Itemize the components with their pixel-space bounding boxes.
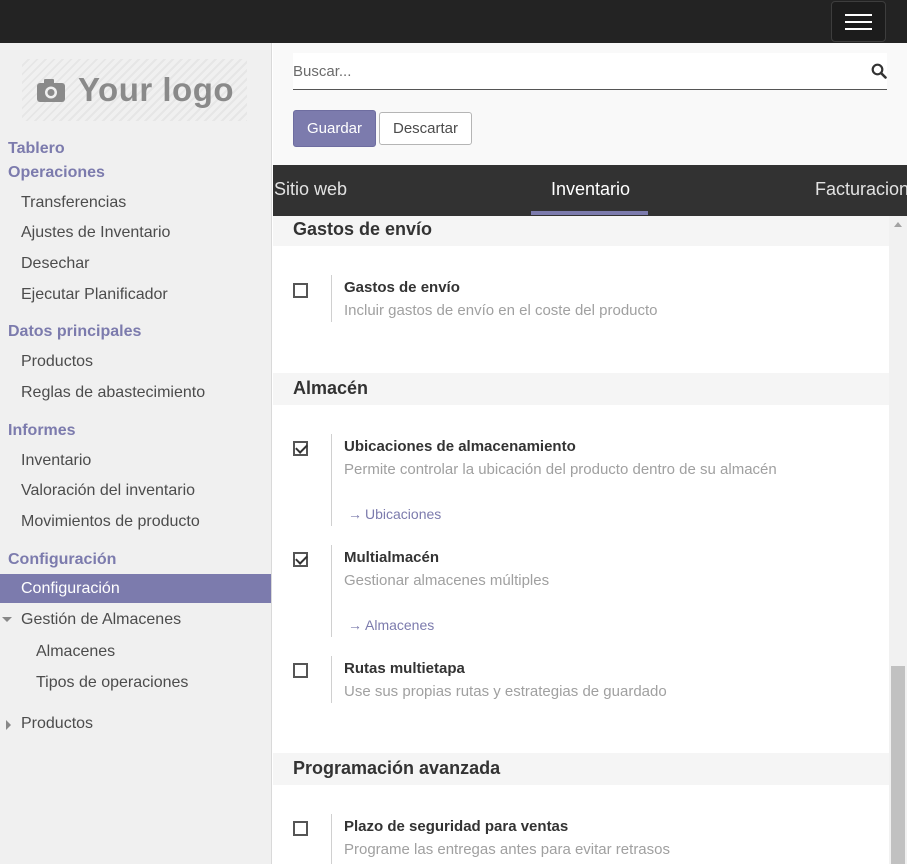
sidebar-item-ejecutar-planificador[interactable]: Ejecutar Planificador — [21, 286, 168, 304]
divider — [331, 275, 332, 322]
window-edge — [907, 0, 921, 864]
settings-scrollbar[interactable] — [889, 216, 907, 864]
checkbox-rutas-multietapa[interactable] — [293, 663, 308, 678]
sidebar-item-transferencias[interactable]: Transferencias — [21, 194, 126, 212]
section-title-programacion-avanzada: Programación avanzada — [273, 753, 889, 785]
sidebar-item-almacenes[interactable]: Almacenes — [36, 643, 115, 661]
link-almacenes[interactable]: → Almacenes — [348, 617, 434, 633]
sidebar-item-reglas-abastecimiento[interactable]: Reglas de abastecimiento — [21, 384, 205, 402]
sidebar-item-inventario[interactable]: Inventario — [21, 452, 91, 470]
divider — [331, 814, 332, 864]
settings-panel: Gastos de envío Gastos de envío Incluir … — [273, 216, 889, 864]
discard-button[interactable]: Descartar — [379, 112, 472, 145]
setting-title-rutas: Rutas multietapa — [344, 660, 465, 677]
divider — [331, 545, 332, 637]
sidebar-heading-datos-principales[interactable]: Datos principales — [8, 323, 141, 341]
setting-desc-multialmacen: Gestionar almacenes múltiples — [344, 572, 550, 589]
search-input[interactable] — [293, 53, 853, 89]
arrow-right-icon: → — [348, 617, 362, 633]
setting-desc-plazo-seguridad: Programe las entregas antes para evitar … — [344, 841, 670, 858]
checkbox-gastos-envio[interactable] — [293, 283, 308, 298]
active-tab-indicator — [531, 211, 648, 215]
tab-inventario[interactable]: Inventario — [551, 165, 630, 216]
section-title-gastos-envio: Gastos de envío — [273, 216, 889, 246]
sidebar-heading-operaciones[interactable]: Operaciones — [8, 164, 105, 182]
arrow-right-icon: → — [348, 506, 362, 522]
setting-title-multialmacen: Multialmacén — [344, 549, 440, 566]
caret-down-icon[interactable] — [2, 617, 12, 622]
sidebar-item-configuracion-active[interactable]: Configuración — [0, 574, 271, 603]
company-logo[interactable]: Your logo — [22, 59, 247, 121]
sidebar: Your logo Tablero Operaciones Transferen… — [0, 43, 272, 864]
setting-desc-gastos-envio: Incluir gastos de envío en el coste del … — [344, 302, 658, 319]
sidebar-item-desechar[interactable]: Desechar — [21, 255, 89, 273]
hamburger-menu-icon[interactable] — [831, 1, 886, 42]
main-content: Guardar Descartar Sitio web Inventario F… — [273, 43, 907, 864]
sidebar-item-ajustes-inventario[interactable]: Ajustes de Inventario — [21, 224, 170, 242]
search-icon[interactable] — [871, 63, 887, 79]
top-navbar — [0, 0, 907, 43]
save-button[interactable]: Guardar — [293, 110, 376, 147]
setting-desc-ubicaciones: Permite controlar la ubicación del produ… — [344, 461, 777, 478]
tab-facturacion[interactable]: Facturacion — [815, 165, 907, 216]
link-ubicaciones[interactable]: → Ubicaciones — [348, 506, 441, 522]
tab-sitio-web[interactable]: Sitio web — [274, 165, 347, 216]
setting-desc-rutas: Use sus propias rutas y estrategias de g… — [344, 683, 667, 700]
divider — [331, 434, 332, 526]
camera-icon — [36, 77, 66, 103]
sidebar-item-valoracion[interactable]: Valoración del inventario — [21, 482, 195, 500]
setting-title-gastos-envio: Gastos de envío — [344, 279, 460, 296]
scrollbar-thumb[interactable] — [891, 666, 905, 864]
search-bar — [293, 53, 887, 90]
sidebar-item-movimientos[interactable]: Movimientos de producto — [21, 513, 200, 531]
sidebar-item-gestion-almacenes[interactable]: Gestión de Almacenes — [21, 611, 181, 629]
sidebar-heading-configuracion[interactable]: Configuración — [8, 551, 116, 569]
sidebar-item-productos[interactable]: Productos — [21, 353, 93, 371]
sidebar-heading-tablero[interactable]: Tablero — [8, 140, 65, 158]
sidebar-item-tipos-operaciones[interactable]: Tipos de operaciones — [36, 674, 188, 692]
settings-app-tabs: Sitio web Inventario Facturacion — [273, 165, 907, 216]
setting-title-ubicaciones: Ubicaciones de almacenamiento — [344, 438, 576, 455]
control-panel: Guardar Descartar — [273, 43, 907, 165]
sidebar-heading-informes[interactable]: Informes — [8, 422, 76, 440]
checkbox-plazo-seguridad[interactable] — [293, 821, 308, 836]
checkbox-multialmacen[interactable] — [293, 552, 308, 567]
setting-title-plazo-seguridad: Plazo de seguridad para ventas — [344, 818, 569, 835]
scroll-up-arrow-icon[interactable] — [894, 222, 902, 227]
section-title-almacen: Almacén — [273, 373, 889, 405]
checkbox-ubicaciones[interactable] — [293, 441, 308, 456]
caret-right-icon[interactable] — [6, 720, 11, 730]
logo-text: Your logo — [78, 71, 235, 108]
divider — [331, 656, 332, 703]
sidebar-item-productos-config[interactable]: Productos — [21, 715, 93, 733]
